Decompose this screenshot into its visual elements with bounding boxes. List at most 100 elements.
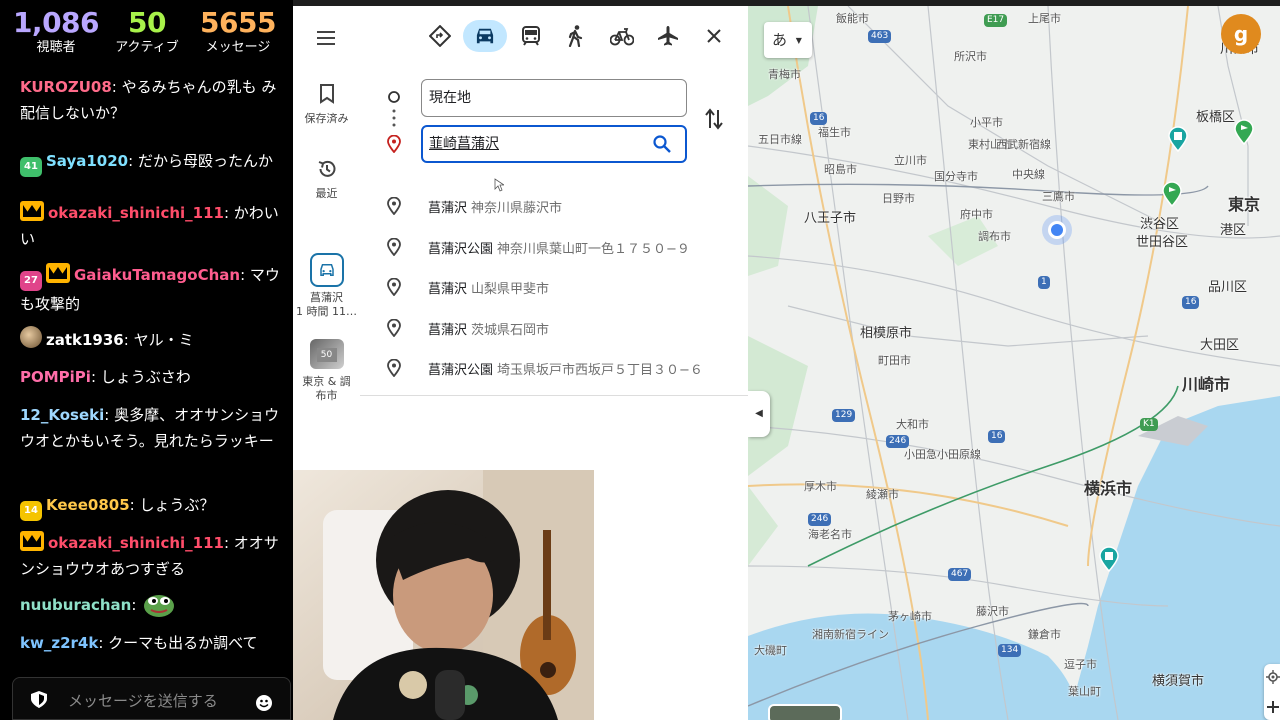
map-place-label[interactable]: 三鷹市 xyxy=(1042,188,1075,204)
my-location-icon[interactable] xyxy=(1266,670,1280,684)
swap-directions-icon[interactable] xyxy=(705,108,723,130)
suggestion-item[interactable]: 菖蒲沢 茨城県石岡市 xyxy=(360,307,748,347)
map-place-label[interactable]: 葉山町 xyxy=(1068,683,1101,699)
chat-username[interactable]: okazaki_shinichi_111 xyxy=(48,204,224,222)
map-place-label[interactable]: 八王子市 xyxy=(804,207,856,226)
suggestion-item[interactable]: 菖蒲沢公園 埼玉県坂戸市西坂戸５丁目３０−６ xyxy=(360,347,748,387)
chevron-left-icon: ◀ xyxy=(755,408,763,419)
chat-input[interactable]: メッセージを送信する xyxy=(12,677,291,720)
recent-trip-thumb xyxy=(309,253,344,287)
map-place-label[interactable]: 渋谷区 xyxy=(1140,213,1179,232)
road-number-label: 246 xyxy=(886,435,910,448)
active-count-label: アクティブ xyxy=(115,40,179,55)
map-place-label[interactable]: 西武新宿線 xyxy=(996,136,1051,152)
chat-username[interactable]: kw_z2r4k xyxy=(20,634,98,652)
map-place-label[interactable]: 綾瀬市 xyxy=(866,486,899,502)
map-place-label[interactable]: 海老名市 xyxy=(808,526,852,542)
recent-place-name-2: 布市 xyxy=(315,389,338,402)
close-directions-button[interactable] xyxy=(692,20,736,52)
chat-username[interactable]: zatk1936 xyxy=(46,331,124,349)
map-place-label[interactable]: 日野市 xyxy=(882,190,915,206)
shield-icon[interactable] xyxy=(31,691,47,708)
mode-car[interactable] xyxy=(463,20,507,52)
suggestion-item[interactable]: 菖蒲沢公園 神奈川県葉山町一色１７５０−９ xyxy=(360,226,748,266)
map-place-label[interactable]: 港区 xyxy=(1220,219,1246,238)
menu-button[interactable] xyxy=(293,30,360,46)
map-place-label[interactable]: 厚木市 xyxy=(804,478,837,494)
chat-username[interactable]: 12_Koseki xyxy=(20,406,104,424)
map-place-label[interactable]: 所沢市 xyxy=(954,48,987,64)
zoom-in-icon[interactable] xyxy=(1266,700,1280,714)
chat-message: POMPiPi: しょうぶさわ xyxy=(20,364,282,390)
suggestion-detail: 埼玉県坂戸市西坂戸５丁目３０−６ xyxy=(497,363,703,378)
transit-pin-icon[interactable] xyxy=(1167,126,1189,152)
chat-username[interactable]: KUROZU08 xyxy=(20,78,112,96)
map-place-label[interactable]: 東京 xyxy=(1228,191,1260,215)
account-avatar[interactable]: g xyxy=(1221,14,1261,54)
chat-username[interactable]: Saya1020 xyxy=(46,152,128,170)
recent-place-item[interactable]: 50 東京 & 調 布市 xyxy=(293,339,360,403)
park-pin-icon[interactable] xyxy=(1233,119,1255,145)
destination-input[interactable]: 韮崎菖蒲沢 xyxy=(421,125,687,163)
collapse-panel-button[interactable]: ◀ xyxy=(748,391,770,437)
map-place-label[interactable]: 立川市 xyxy=(894,152,927,168)
map-place-label[interactable]: 大田区 xyxy=(1200,334,1239,353)
message-count-value: 5655 xyxy=(200,6,276,39)
origin-input[interactable]: 現在地 xyxy=(421,79,687,117)
chat-username[interactable]: GaiakuTamagoChan xyxy=(74,266,240,284)
recent-button[interactable]: 最近 xyxy=(293,159,360,201)
map-place-label[interactable]: 五日市線 xyxy=(758,131,802,147)
mode-walk[interactable] xyxy=(554,20,598,52)
map-place-label[interactable]: 飯能市 xyxy=(836,10,869,26)
mode-best-route[interactable] xyxy=(418,20,462,52)
recent-trip-item[interactable]: 菖蒲沢 1 時間 11… xyxy=(293,253,360,319)
map-place-label[interactable]: 川崎市 xyxy=(1182,371,1230,395)
message-count: 5655 メッセージ xyxy=(188,6,288,56)
mode-transit[interactable] xyxy=(509,20,553,52)
map-place-label[interactable]: 品川区 xyxy=(1208,276,1247,295)
map-place-label[interactable]: 府中市 xyxy=(960,206,993,222)
map-place-label[interactable]: 小田急小田原線 xyxy=(904,446,981,462)
map-place-label[interactable]: 調布市 xyxy=(978,228,1011,244)
map-place-label[interactable]: 茅ヶ崎市 xyxy=(888,608,932,624)
road-number-label: E17 xyxy=(984,14,1008,27)
map-place-label[interactable]: 藤沢市 xyxy=(976,603,1009,619)
chat-username[interactable]: nuuburachan xyxy=(20,596,131,614)
search-icon[interactable] xyxy=(653,135,671,153)
recent-place-name: 東京 & 調 xyxy=(302,375,351,388)
map-place-label[interactable]: 昭島市 xyxy=(824,161,857,177)
map-place-label[interactable]: 大磯町 xyxy=(754,642,787,658)
chat-username[interactable]: POMPiPi xyxy=(20,368,91,386)
chat-username[interactable]: Keee0805 xyxy=(46,496,130,514)
map-place-label[interactable]: 青梅市 xyxy=(768,66,801,82)
map-place-label[interactable]: 上尾市 xyxy=(1028,10,1061,26)
map-place-label[interactable]: 大和市 xyxy=(896,416,929,432)
park-pin-icon-2[interactable] xyxy=(1161,181,1183,207)
chat-username[interactable]: okazaki_shinichi_111 xyxy=(48,534,224,552)
suggestion-item[interactable]: 菖蒲沢 神奈川県藤沢市 xyxy=(360,185,748,225)
map-place-label[interactable]: 逗子市 xyxy=(1064,656,1097,672)
map-place-label[interactable]: 横須賀市 xyxy=(1152,670,1204,689)
train-icon xyxy=(522,26,540,46)
language-toggle[interactable]: あ ▼ xyxy=(764,22,812,58)
layers-thumbnail[interactable] xyxy=(768,704,842,720)
map-place-label[interactable]: 鎌倉市 xyxy=(1028,626,1061,642)
map-place-label[interactable]: 福生市 xyxy=(818,124,851,140)
location-pin-icon xyxy=(387,237,401,256)
mode-bicycle[interactable] xyxy=(600,20,644,52)
suggestion-item[interactable]: 菖蒲沢 山梨県甲斐市 xyxy=(360,266,748,306)
saved-button[interactable]: 保存済み xyxy=(293,84,360,126)
map-place-label[interactable]: 中央線 xyxy=(1012,166,1045,182)
map-place-label[interactable]: 横浜市 xyxy=(1084,475,1132,499)
map-place-label[interactable]: 町田市 xyxy=(878,352,911,368)
map-place-label[interactable]: 世田谷区 xyxy=(1136,231,1188,250)
map-canvas[interactable]: 東京川口市板橋区渋谷区世田谷区港区品川区大田区川崎市横浜市相模原市八王子市立川市… xyxy=(748,6,1280,720)
transit-pin-icon-2[interactable] xyxy=(1098,546,1120,572)
map-place-label[interactable]: 国分寺市 xyxy=(934,168,978,184)
map-place-label[interactable]: 小平市 xyxy=(970,114,1003,130)
map-place-label[interactable]: 湘南新宿ライン xyxy=(812,626,889,642)
mode-flight[interactable] xyxy=(646,20,690,52)
map-place-label[interactable]: 板橋区 xyxy=(1196,106,1235,125)
map-place-label[interactable]: 相模原市 xyxy=(860,322,912,341)
emoji-icon[interactable] xyxy=(256,695,272,711)
